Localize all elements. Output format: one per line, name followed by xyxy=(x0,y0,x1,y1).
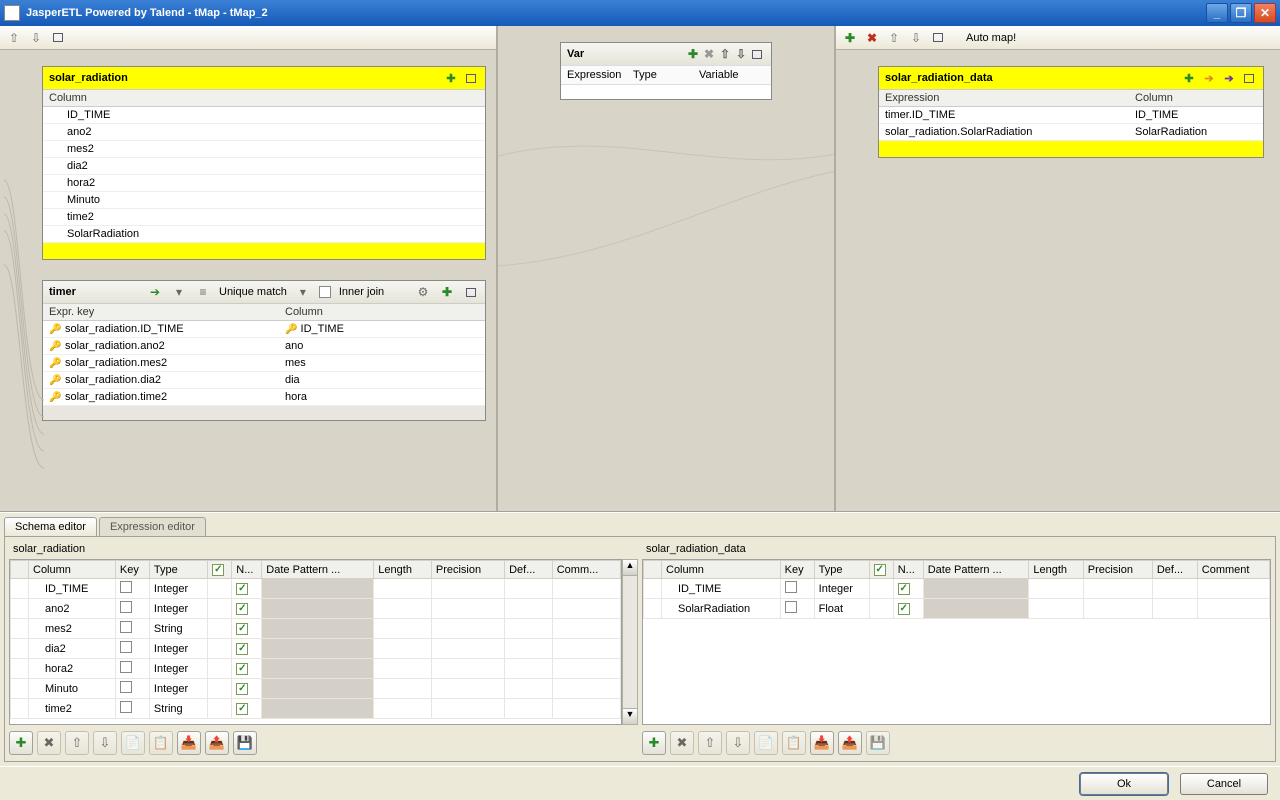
schema-row[interactable]: ID_TIMEInteger✓ xyxy=(644,579,1270,599)
schema-row[interactable]: ID_TIMEInteger✓ xyxy=(11,579,621,599)
maximize-button[interactable]: ❐ xyxy=(1230,3,1252,23)
copy-button[interactable]: 📄 xyxy=(121,731,145,755)
schema-pane-right: solar_radiation_data ColumnKeyType✓N...D… xyxy=(642,541,1271,757)
schema-right-title: solar_radiation_data xyxy=(642,541,1271,559)
expr-header: Expression xyxy=(885,92,1135,104)
maximize-table-icon[interactable] xyxy=(1241,70,1257,86)
table-footer xyxy=(879,141,1263,157)
schema-row[interactable]: MinutoInteger✓ xyxy=(11,679,621,699)
schema-pane-left: solar_radiation ColumnKeyType✓N...Date P… xyxy=(9,541,638,757)
move-down-icon[interactable]: ⇩ xyxy=(28,30,44,46)
schema-right-grid[interactable]: ColumnKeyType✓N...Date Pattern ...Length… xyxy=(642,559,1271,725)
bottom-editor: Schema editor Expression editor solar_ra… xyxy=(0,512,1280,766)
workspace: ⇧ ⇩ solar_radiation ✚ Column ID_TIMEan xyxy=(0,26,1280,800)
schema-row[interactable]: time2String✓ xyxy=(11,699,621,719)
output-toolbar: ✚ ✖ ⇧ ⇩ Auto map! xyxy=(836,26,1280,50)
tab-schema-editor[interactable]: Schema editor xyxy=(4,517,97,536)
schema-row[interactable]: hora2Integer✓ xyxy=(11,659,621,679)
automap-label[interactable]: Auto map! xyxy=(966,32,1016,44)
ok-button[interactable]: Ok xyxy=(1080,773,1168,795)
minimize-panels-icon[interactable] xyxy=(50,30,66,46)
close-button[interactable]: ✕ xyxy=(1254,3,1276,23)
add-row-button[interactable]: ✚ xyxy=(9,731,33,755)
move-down-button[interactable]: ⇩ xyxy=(726,731,750,755)
schema-row[interactable]: mes2String✓ xyxy=(11,619,621,639)
column-header: Column xyxy=(1135,92,1173,104)
paste-button[interactable]: 📋 xyxy=(149,731,173,755)
connection-wires-mid xyxy=(498,26,834,511)
output-row[interactable]: timer.ID_TIMEID_TIME xyxy=(879,107,1263,124)
schema-left-title: solar_radiation xyxy=(9,541,638,559)
schema-right-toolbar: ✚ ✖ ⇧ ⇩ 📄 📋 📥 📤 💾 xyxy=(642,725,1271,757)
output-table-solar-radiation-data: solar_radiation_data ✚ ➔ ➔ Expression Co… xyxy=(878,66,1264,158)
save-button[interactable]: 💾 xyxy=(866,731,890,755)
schema-row[interactable]: dia2Integer✓ xyxy=(11,639,621,659)
paste-button[interactable]: 📋 xyxy=(782,731,806,755)
dialog-buttons: Ok Cancel xyxy=(0,766,1280,800)
minimize-panels-icon[interactable] xyxy=(930,30,946,46)
window-titlebar: JasperETL Powered by Talend - tMap - tMa… xyxy=(0,0,1280,26)
delete-row-button[interactable]: ✖ xyxy=(670,731,694,755)
remove-output-icon[interactable]: ✖ xyxy=(864,30,880,46)
move-up-button[interactable]: ⇧ xyxy=(698,731,722,755)
delete-row-button[interactable]: ✖ xyxy=(37,731,61,755)
move-down-button[interactable]: ⇩ xyxy=(93,731,117,755)
output-table-name: solar_radiation_data xyxy=(885,72,1177,84)
schema-row[interactable]: ano2Integer✓ xyxy=(11,599,621,619)
input-toolbar: ⇧ ⇩ xyxy=(0,26,496,50)
import-button[interactable]: 📥 xyxy=(177,731,201,755)
app-icon xyxy=(4,5,20,21)
schema-row[interactable]: SolarRadiationFloat✓ xyxy=(644,599,1270,619)
move-down-icon[interactable]: ⇩ xyxy=(908,30,924,46)
cancel-button[interactable]: Cancel xyxy=(1180,773,1268,795)
add-row-button[interactable]: ✚ xyxy=(642,731,666,755)
output-column: ✚ ✖ ⇧ ⇩ Auto map! solar_radiation_data ✚… xyxy=(836,26,1280,511)
window-title: JasperETL Powered by Talend - tMap - tMa… xyxy=(26,7,1206,19)
tab-expression-editor[interactable]: Expression editor xyxy=(99,517,206,536)
export-button[interactable]: 📤 xyxy=(205,731,229,755)
output-row[interactable]: solar_radiation.SolarRadiationSolarRadia… xyxy=(879,124,1263,141)
var-column: Var ✚ ✖ ⇧ ⇩ Expression Type Variable xyxy=(498,26,836,511)
add-output-icon[interactable]: ✚ xyxy=(842,30,858,46)
tmap-area: ⇧ ⇩ solar_radiation ✚ Column ID_TIMEan xyxy=(0,26,1280,512)
export-button[interactable]: 📤 xyxy=(838,731,862,755)
schema-left-toolbar: ✚ ✖ ⇧ ⇩ 📄 📋 📥 📤 💾 xyxy=(9,725,638,757)
scrollbar-vertical[interactable]: ▲▼ xyxy=(622,559,638,725)
filter-arrow-icon[interactable]: ➔ xyxy=(1201,70,1217,86)
move-up-button[interactable]: ⇧ xyxy=(65,731,89,755)
connection-wires xyxy=(0,50,496,511)
input-column: ⇧ ⇩ solar_radiation ✚ Column ID_TIMEan xyxy=(0,26,498,511)
import-button[interactable]: 📥 xyxy=(810,731,834,755)
save-button[interactable]: 💾 xyxy=(233,731,257,755)
move-up-icon[interactable]: ⇧ xyxy=(6,30,22,46)
copy-button[interactable]: 📄 xyxy=(754,731,778,755)
move-up-icon[interactable]: ⇧ xyxy=(886,30,902,46)
reject-arrow-icon[interactable]: ➔ xyxy=(1221,70,1237,86)
minimize-button[interactable]: _ xyxy=(1206,3,1228,23)
schema-left-grid[interactable]: ColumnKeyType✓N...Date Pattern ...Length… xyxy=(9,559,622,725)
add-column-icon[interactable]: ✚ xyxy=(1181,70,1197,86)
